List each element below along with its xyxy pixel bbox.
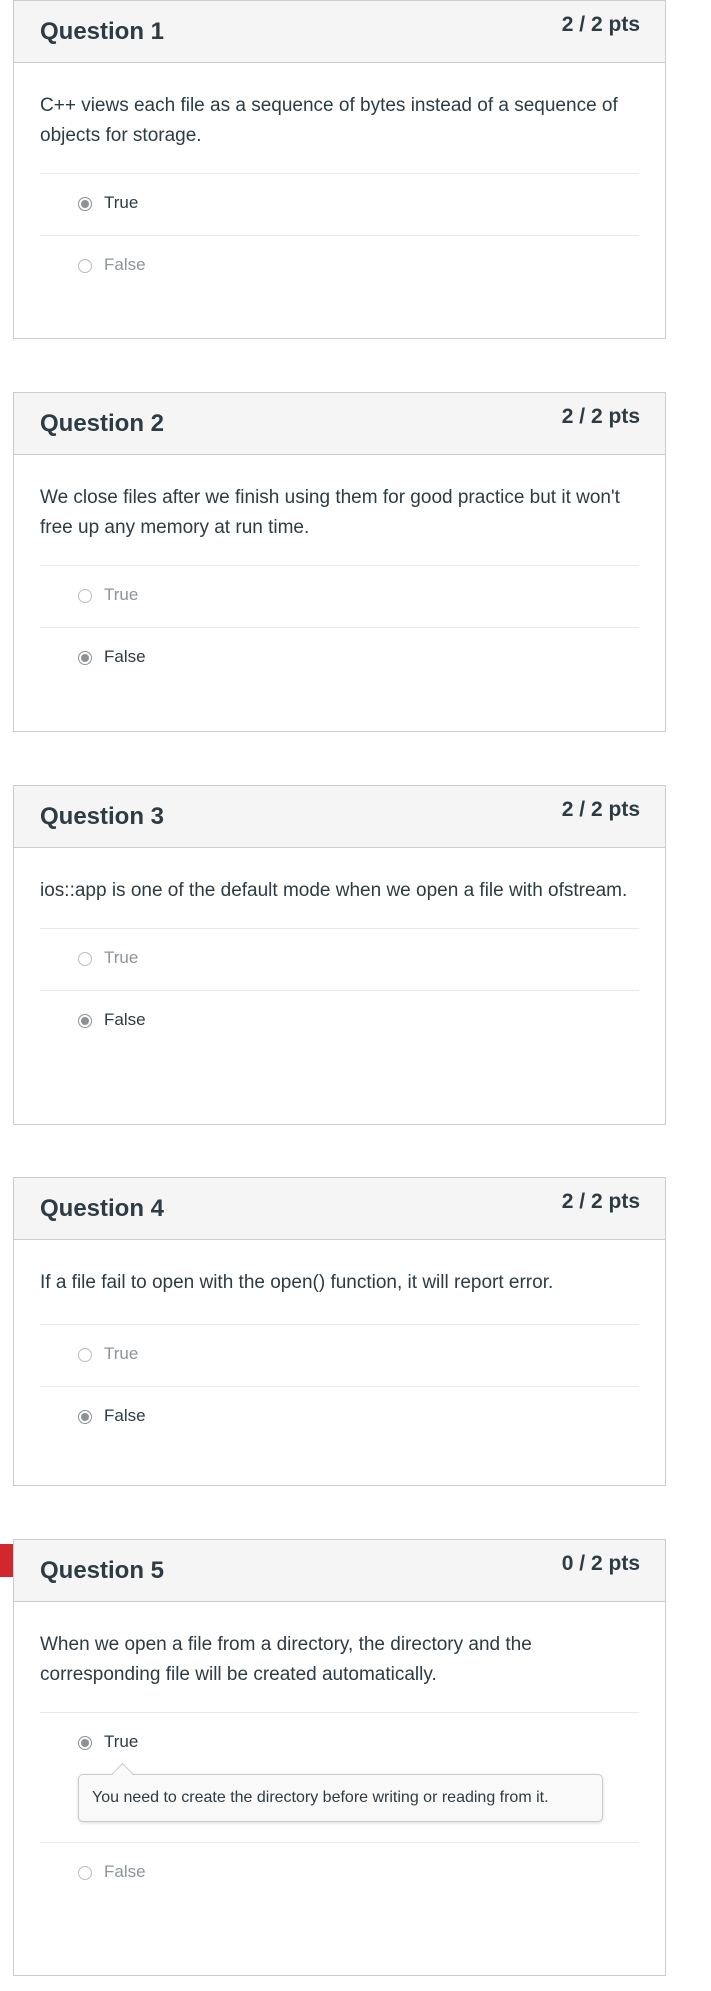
- answer-label: False: [104, 255, 146, 274]
- radio-unselected-icon[interactable]: [78, 952, 92, 966]
- answer-comment-text: You need to create the directory before …: [78, 1774, 603, 1822]
- answer-option-true[interactable]: True: [40, 1713, 639, 1774]
- question-header: Question 4 2 / 2 pts: [14, 1178, 665, 1240]
- question-card-1: Question 1 2 / 2 pts C++ views each file…: [13, 0, 666, 339]
- answer-label: False: [104, 1862, 146, 1881]
- question-card-3: Question 3 2 / 2 pts ios::app is one of …: [13, 785, 666, 1125]
- question-text: If a file fail to open with the open() f…: [40, 1268, 639, 1325]
- question-header: Question 3 2 / 2 pts: [14, 786, 665, 848]
- answer-label: True: [104, 948, 139, 967]
- question-points: 0 / 2 pts: [561, 1552, 640, 1575]
- answer-option-false[interactable]: False: [40, 236, 639, 297]
- answer-option-false[interactable]: False: [40, 1387, 639, 1448]
- radio-selected-icon[interactable]: [78, 1014, 92, 1028]
- question-card-4: Question 4 2 / 2 pts If a file fail to o…: [13, 1177, 666, 1486]
- answer-option-true[interactable]: True: [40, 929, 639, 991]
- question-points: 2 / 2 pts: [561, 405, 640, 428]
- answer-comment: You need to create the directory before …: [78, 1762, 603, 1822]
- question-title: Question 1: [40, 18, 165, 45]
- radio-selected-icon[interactable]: [78, 651, 92, 665]
- answer-label: False: [104, 1406, 146, 1425]
- question-header: Question 1 2 / 2 pts: [14, 1, 665, 63]
- answer-option-false[interactable]: False: [40, 628, 639, 689]
- radio-selected-icon[interactable]: [78, 1410, 92, 1424]
- answer-option-false[interactable]: False: [40, 1842, 639, 1904]
- answer-option-true[interactable]: True: [40, 1325, 639, 1387]
- question-title: Question 4: [40, 1195, 165, 1222]
- question-header: Question 5 0 / 2 pts: [14, 1540, 665, 1602]
- answer-label: False: [104, 1010, 146, 1029]
- radio-unselected-icon[interactable]: [78, 1348, 92, 1362]
- question-body: C++ views each file as a sequence of byt…: [14, 63, 665, 297]
- question-card-2: Question 2 2 / 2 pts We close files afte…: [13, 392, 666, 732]
- radio-selected-icon[interactable]: [78, 197, 92, 211]
- question-body: ios::app is one of the default mode when…: [14, 848, 665, 1052]
- question-body: We close files after we finish using the…: [14, 455, 665, 689]
- question-text: We close files after we finish using the…: [40, 483, 639, 566]
- answer-label: True: [104, 585, 139, 604]
- answer-label: True: [104, 1732, 139, 1751]
- question-title: Question 5: [40, 1557, 165, 1584]
- radio-unselected-icon[interactable]: [78, 1866, 92, 1880]
- answer-option-false[interactable]: False: [40, 991, 639, 1052]
- question-text: C++ views each file as a sequence of byt…: [40, 91, 639, 174]
- question-points: 2 / 2 pts: [561, 13, 640, 36]
- answer-label: True: [104, 1344, 139, 1363]
- question-points: 2 / 2 pts: [561, 798, 640, 821]
- answer-label: True: [104, 193, 139, 212]
- radio-unselected-icon[interactable]: [78, 259, 92, 273]
- question-title: Question 2: [40, 410, 165, 437]
- question-card-5: Question 5 0 / 2 pts When we open a file…: [13, 1539, 666, 1976]
- answer-option-true[interactable]: True: [40, 566, 639, 628]
- question-text: When we open a file from a directory, th…: [40, 1630, 639, 1713]
- radio-unselected-icon[interactable]: [78, 589, 92, 603]
- question-body: If a file fail to open with the open() f…: [14, 1240, 665, 1448]
- question-text: ios::app is one of the default mode when…: [40, 876, 639, 929]
- question-title: Question 3: [40, 803, 165, 830]
- answer-label: False: [104, 647, 146, 666]
- question-body: When we open a file from a directory, th…: [14, 1602, 665, 1904]
- question-header: Question 2 2 / 2 pts: [14, 393, 665, 455]
- answer-option-true[interactable]: True: [40, 174, 639, 236]
- radio-selected-icon[interactable]: [78, 1736, 92, 1750]
- question-points: 2 / 2 pts: [561, 1190, 640, 1213]
